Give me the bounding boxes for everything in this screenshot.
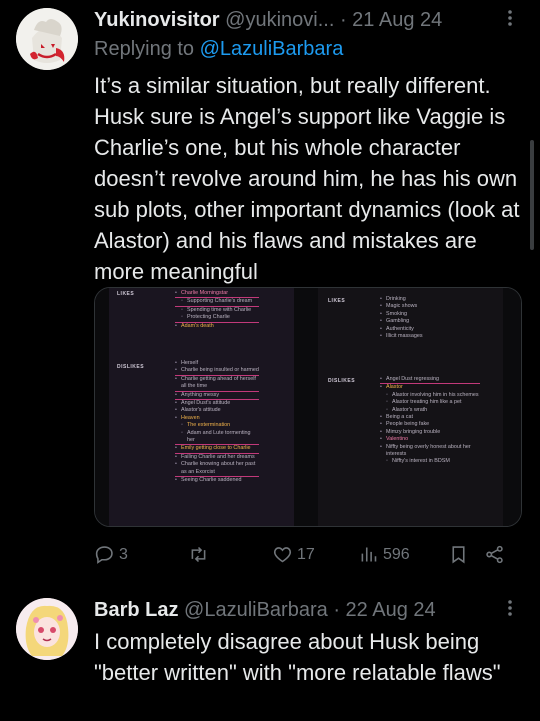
list-item: Magic shows [380,303,480,311]
list-item: Failing Charlie and her dreams [175,454,259,462]
list-item: Charlie knowing about her past as an Exo… [175,461,259,478]
views-icon [361,547,377,562]
list-item: Being a cat [380,414,480,422]
more-icon[interactable] [500,596,520,626]
list-item: Charlie Morningstar [175,290,259,299]
tweet-header: Barb Laz @LazuliBarbara · 22 Aug 24 [94,598,520,622]
retweet-icon [191,546,206,563]
image-border [308,288,318,526]
handle[interactable]: @LazuliBarbara [184,599,328,621]
list-item: Spending time with Charlie [175,307,259,315]
list-item: Emily getting close to Charlie [175,445,259,454]
reply-button[interactable]: 3 [94,544,128,565]
tweet-date[interactable]: 21 Aug 24 [352,9,442,31]
replying-to-link[interactable]: @LazuliBarbara [200,38,344,60]
image-border [95,288,109,526]
list-item: Seeing Charlie saddened [175,477,259,485]
list-item: Alastor's attitude [175,407,259,415]
list-item: Anything messy [175,392,259,401]
list-item: Charlie being insulted or harmed [175,367,259,376]
avatar-image [16,8,78,70]
list-item: Authenticity [380,326,480,334]
tweet-2: Barb Laz @LazuliBarbara · 22 Aug 24 I co… [0,590,540,721]
reply-count: 3 [119,545,128,563]
list-item: Adam and Lute tormenting her [175,430,259,446]
list-item: Herself [175,360,259,368]
bookmark-icon [452,546,465,564]
dislikes-list: Angel Dust regressingAlastorAlastor invo… [380,376,480,466]
like-count: 17 [297,545,315,563]
media-image-right[interactable]: LIKES DrinkingMagic showsSmokingGambling… [308,288,521,526]
action-bar: 3 17 596 [94,544,522,568]
list-item: Angel Dust's attitude [175,400,259,408]
likes-header: LIKES [117,291,135,297]
list-item: Supporting Charlie's dream [175,298,259,307]
tweet-date[interactable]: 22 Aug 24 [346,599,436,621]
avatar[interactable] [16,598,78,660]
tweet-1: Yukinovisitor @yukinovi... · 21 Aug 24 R… [0,0,540,590]
replying-to: Replying to @LazuliBarbara [94,38,343,61]
separator-dot: · [339,9,353,31]
list-item: Niffty being overly honest about her int… [380,444,480,459]
like-icon [273,547,292,563]
replying-prefix: Replying to [94,38,195,60]
list-item: Alastor [380,384,480,392]
list-item: Drinking [380,296,480,304]
likes-list: Charlie MorningstarSupporting Charlie's … [175,290,259,330]
avatar-image [16,598,78,660]
dislikes-header: DISLIKES [117,364,145,370]
reply-icon [95,546,113,564]
list-item: Illicit massages [380,333,480,341]
like-button[interactable]: 17 [272,544,315,565]
list-item: Alastor's wrath [380,407,480,415]
list-item: The extermination [175,422,259,430]
display-name[interactable]: Barb Laz [94,599,178,621]
list-item: Smoking [380,311,480,319]
dislikes-header: DISLIKES [328,378,356,384]
avatar[interactable] [16,8,78,70]
share-button[interactable] [484,544,505,565]
list-item: Adam's death [175,323,259,331]
list-item: Valentino [380,436,480,444]
display-name[interactable]: Yukinovisitor [94,9,220,31]
bookmark-button[interactable] [448,544,469,565]
list-item: Gambling [380,318,480,326]
tweet-text: I completely disagree about Husk being "… [94,629,501,685]
list-item: Mimzy bringing trouble [380,429,480,437]
list-item: Protecting Charlie [175,314,259,323]
list-item: Niffty's interest in BDSM [380,458,480,466]
retweet-button[interactable] [188,544,213,565]
media-grid[interactable]: LIKES Charlie MorningstarSupporting Char… [94,287,522,527]
handle[interactable]: @yukinovi... [225,9,334,31]
media-image-left[interactable]: LIKES Charlie MorningstarSupporting Char… [95,288,308,526]
list-item: Alastor involving him in his schemes [380,392,480,400]
list-item: Charlie getting ahead of herself all the… [175,376,259,392]
image-border [503,288,521,526]
scrollbar[interactable] [530,140,534,250]
views-button[interactable]: 596 [358,544,410,565]
likes-list: DrinkingMagic showsSmokingGamblingAuthen… [380,296,480,341]
list-item: Heaven [175,415,259,423]
views-count: 596 [383,545,410,563]
share-icon [486,545,503,564]
tweet-text: It’s a similar situation, but really dif… [94,73,520,284]
tweet-header: Yukinovisitor @yukinovi... · 21 Aug 24 [94,8,520,32]
list-item: Angel Dust regressing [380,376,480,385]
dislikes-list: HerselfCharlie being insulted or harmedC… [175,360,259,485]
separator-dot: · [333,599,346,621]
more-icon[interactable] [500,6,520,36]
list-item: Alastor treating him like a pet [380,399,480,407]
image-border [294,288,308,526]
likes-header: LIKES [328,298,346,304]
list-item: People being fake [380,421,480,429]
